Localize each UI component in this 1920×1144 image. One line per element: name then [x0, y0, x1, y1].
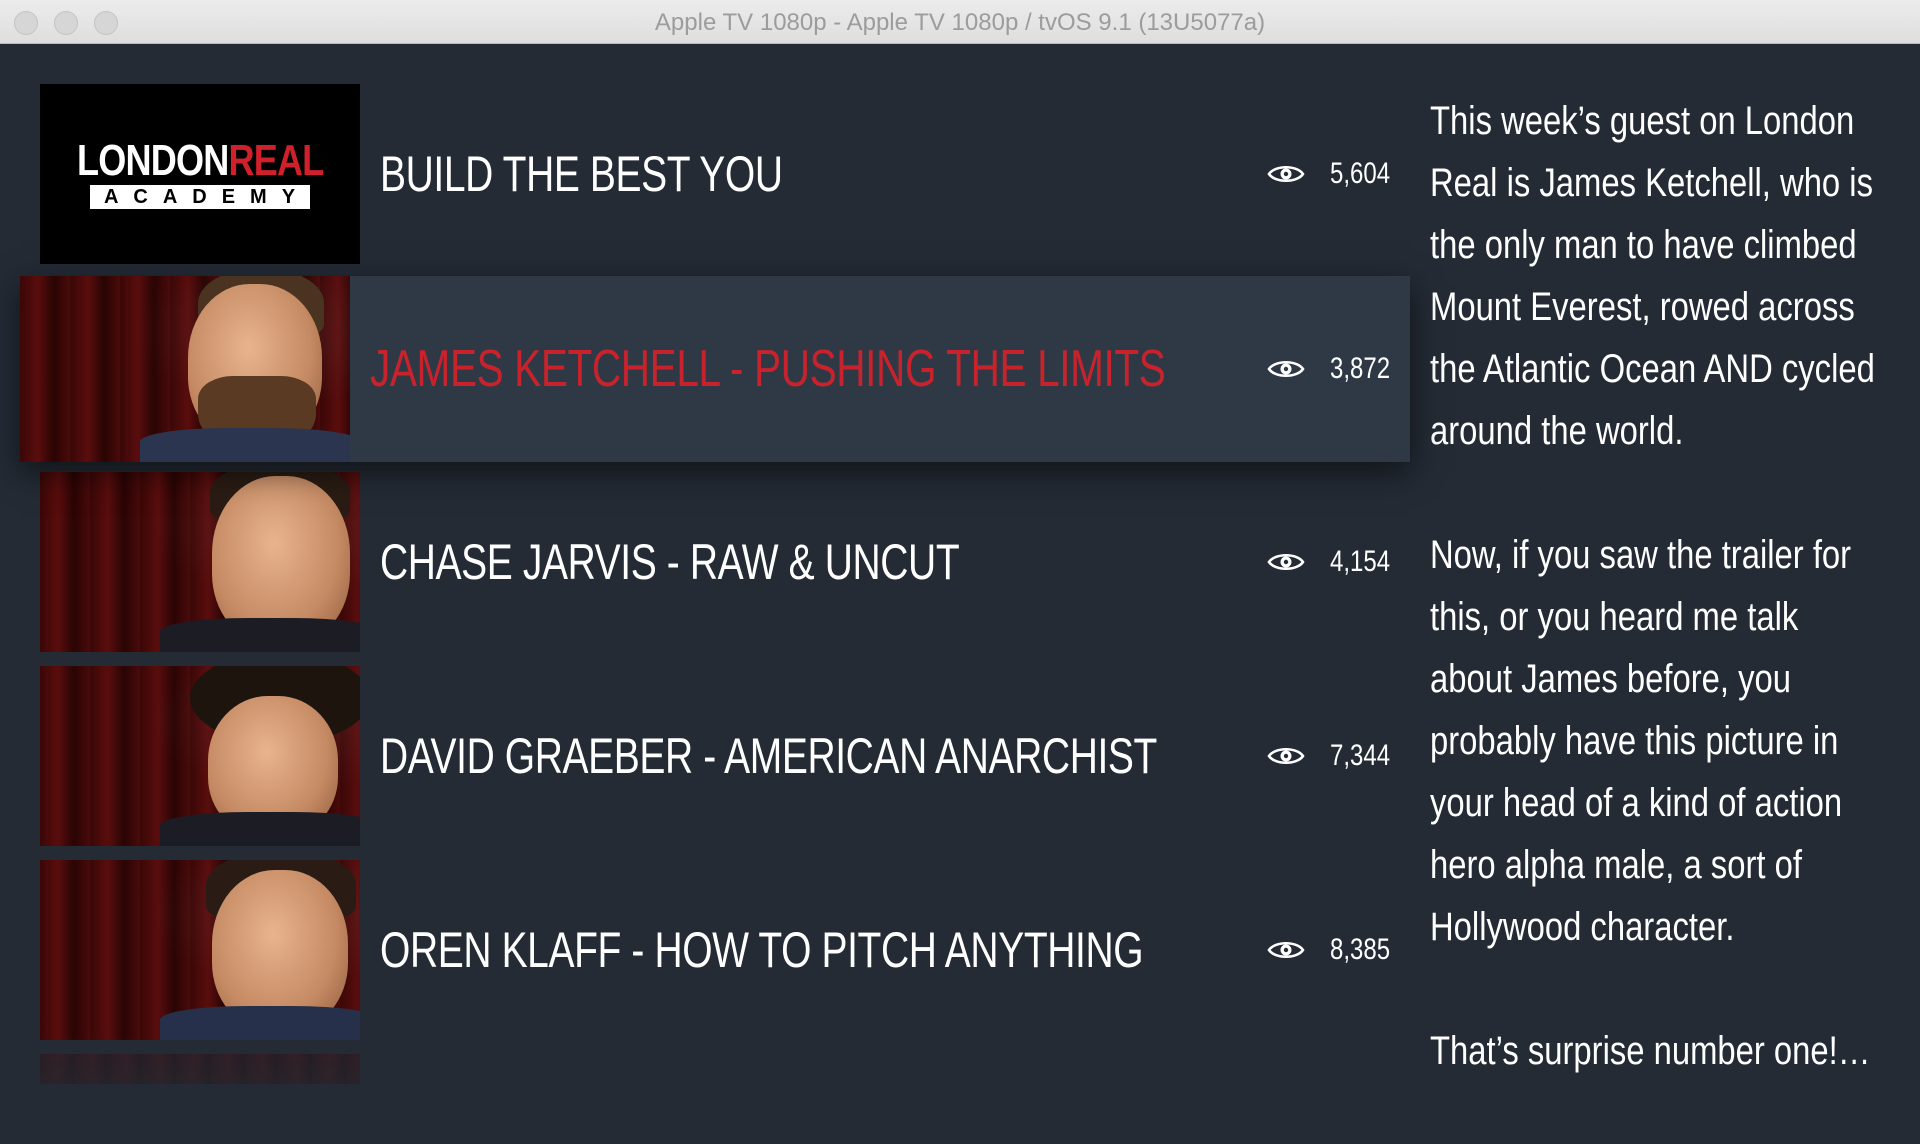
eye-icon — [1267, 941, 1305, 959]
video-title: CHASE JARVIS - RAW & UNCUT — [380, 534, 960, 590]
view-count: 4,154 — [1267, 472, 1390, 652]
view-count: 5,604 — [1267, 84, 1390, 264]
eye-icon — [1267, 553, 1305, 571]
window-titlebar: Apple TV 1080p - Apple TV 1080p / tvOS 9… — [0, 0, 1920, 44]
view-count: 7,344 — [1267, 666, 1390, 846]
description-paragraph: Now, if you saw the trailer for this, or… — [1430, 533, 1852, 949]
oren-klaff-thumbnail — [40, 860, 360, 1040]
video-description: This week’s guest on London Real is Jame… — [1430, 90, 1900, 1144]
window-title: Apple TV 1080p - Apple TV 1080p / tvOS 9… — [654, 9, 1266, 36]
view-count: 8,385 — [1267, 860, 1390, 1040]
video-title: DAVID GRAEBER - AMERICAN ANARCHIST — [380, 728, 1157, 784]
view-count-value: 4,154 — [1329, 545, 1390, 578]
view-count-value: 7,344 — [1329, 739, 1390, 772]
view-count-value: 3,872 — [1329, 352, 1390, 385]
chase-jarvis-thumbnail — [40, 472, 360, 652]
video-row-david-graeber[interactable]: DAVID GRAEBER - AMERICAN ANARCHIST 7,344 — [40, 666, 1390, 846]
view-count-value: 5,604 — [1329, 157, 1390, 190]
video-title: BUILD THE BEST YOU — [380, 146, 783, 202]
james-ketchell-thumbnail — [20, 276, 350, 462]
list-fade-overlay — [0, 1035, 1420, 1124]
video-title: OREN KLAFF - HOW TO PITCH ANYTHING — [380, 922, 1144, 978]
video-row-james-ketchell[interactable]: JAMES KETCHELL - PUSHING THE LIMITS 3,87… — [20, 276, 1410, 462]
logo-subtitle: ACADEMY — [89, 185, 311, 209]
description-paragraph: That’s surprise number one!… — [1430, 1029, 1871, 1073]
video-row-chase-jarvis[interactable]: CHASE JARVIS - RAW & UNCUT 4,154 — [40, 472, 1390, 652]
eye-icon — [1267, 747, 1305, 765]
video-row-build-the-best-you[interactable]: LONDONREAL ACADEMY BUILD THE BEST YOU 5,… — [40, 84, 1390, 264]
view-count: 3,872 — [1267, 276, 1390, 462]
video-title: JAMES KETCHELL - PUSHING THE LIMITS — [370, 340, 1166, 398]
london-real-academy-logo: LONDONREAL ACADEMY — [40, 84, 360, 264]
logo-wordmark: LONDONREAL — [76, 136, 324, 185]
description-paragraph: This week’s guest on London Real is Jame… — [1430, 99, 1875, 453]
video-row-oren-klaff[interactable]: OREN KLAFF - HOW TO PITCH ANYTHING 8,385 — [40, 860, 1390, 1040]
eye-icon — [1267, 360, 1305, 378]
view-count-value: 8,385 — [1329, 933, 1390, 966]
eye-icon — [1267, 165, 1305, 183]
david-graeber-thumbnail — [40, 666, 360, 846]
app-content: LONDONREAL ACADEMY BUILD THE BEST YOU 5,… — [0, 45, 1920, 1124]
